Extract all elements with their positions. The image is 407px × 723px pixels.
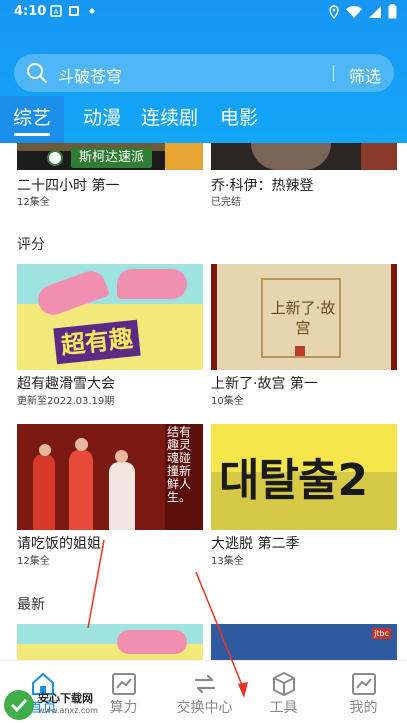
video-title: 上新了·故宫 第一 — [211, 376, 318, 392]
video-episodes: 13集全 — [211, 556, 244, 567]
section-title-latest: 最新 — [17, 597, 45, 613]
filter-button[interactable]: 筛选 — [349, 63, 381, 87]
video-update-status: 更新至2022.03.19期 — [17, 396, 115, 407]
video-card[interactable]: 斯柯达速派 二十四小时 第一 12集全 — [17, 143, 203, 208]
header: 4:10 A 斗破苍穹 筛选 综艺 动漫 连续剧 电影 — [0, 0, 407, 143]
signal-icon — [369, 5, 381, 18]
battery-icon — [388, 4, 397, 19]
skoda-logo-icon — [47, 150, 63, 166]
video-card[interactable]: jtbc — [211, 624, 397, 660]
tab-movie[interactable]: 电影 — [220, 96, 258, 143]
nav-mine[interactable]: 我的 — [323, 661, 404, 723]
video-card[interactable]: 乔·科伊：热辣登 已完结 — [211, 143, 397, 208]
video-thumbnail: 대탈출2 — [211, 424, 397, 530]
poster-text: 대탈출2 — [219, 455, 368, 506]
video-thumbnail: 上新了·故宫 — [211, 264, 397, 370]
nav-exchange[interactable]: 交换中心 — [164, 661, 245, 723]
channel-badge: jtbc — [372, 628, 391, 639]
section-title-rating: 评分 — [17, 237, 45, 253]
search-icon — [27, 63, 48, 84]
poster-text: 超有趣 — [53, 319, 141, 365]
watermark-logo: 安心下载网 www.anxz.com — [2, 688, 112, 722]
video-title: 超有趣滑雪大会 — [17, 376, 115, 392]
poster-text: 上新了·故宫 — [270, 299, 336, 337]
chart-icon — [112, 673, 136, 695]
status-time: 4:10 — [14, 4, 47, 19]
wifi-icon — [346, 5, 362, 18]
video-card[interactable]: 上新了·故宫 上新了·故宫 第一 10集全 — [211, 264, 397, 414]
watermark-text: 安心下载网 — [38, 692, 93, 705]
status-right — [328, 4, 397, 19]
status-bar: 4:10 A — [0, 0, 407, 24]
video-episodes: 10集全 — [211, 396, 244, 407]
notification-a-icon: A — [50, 5, 62, 17]
video-status: 已完结 — [211, 197, 241, 208]
search-input[interactable]: 斗破苍穹 — [58, 63, 122, 87]
video-title: 请吃饭的姐姐 — [17, 536, 101, 552]
video-episodes: 12集全 — [17, 197, 50, 208]
tab-series[interactable]: 连续剧 — [141, 96, 198, 143]
exchange-icon — [194, 674, 216, 694]
video-thumbnail: 超有趣 — [17, 264, 203, 370]
video-title: 乔·科伊：热辣登 — [211, 178, 314, 194]
video-title: 二十四小时 第一 — [17, 178, 120, 194]
nav-tools-label: 工具 — [269, 700, 298, 716]
notification-image-icon — [69, 6, 79, 16]
app-root: 4:10 A 斗破苍穹 筛选 综艺 动漫 连续剧 电影 斯柯达速派 二十四小时 … — [0, 0, 407, 723]
search-divider — [333, 65, 334, 81]
video-thumbnail: jtbc — [211, 624, 397, 660]
content-scroll[interactable]: 斯柯达速派 二十四小时 第一 12集全 乔·科伊：热辣登 已完结 评分 超有趣 … — [0, 143, 407, 660]
search-bar[interactable]: 斗破苍穹 筛选 — [14, 54, 394, 92]
watermark-url: www.anxz.com — [38, 706, 98, 715]
video-card[interactable]: 结有趣灵魂碰撞新鲜人生。 请吃饭的姐姐 12集全 — [17, 424, 203, 574]
video-card[interactable] — [17, 624, 203, 660]
video-card[interactable]: 대탈출2 大逃脱 第二季 13集全 — [211, 424, 397, 574]
video-card[interactable]: 超有趣 超有趣滑雪大会 更新至2022.03.19期 — [17, 264, 203, 414]
chart-icon — [352, 673, 376, 695]
video-thumbnail: 斯柯达速派 — [17, 143, 203, 170]
video-thumbnail — [211, 143, 397, 170]
video-title: 大逃脱 第二季 — [211, 536, 300, 552]
video-thumbnail — [17, 624, 203, 660]
category-tabs: 综艺 动漫 连续剧 电影 — [0, 96, 407, 143]
video-episodes: 12集全 — [17, 556, 50, 567]
poster-text: 结有趣灵魂碰撞新鲜人生。 — [167, 425, 192, 504]
banner-text: 斯柯达速派 — [71, 148, 153, 168]
nav-mine-label: 我的 — [349, 700, 378, 716]
watermark-shield-icon — [4, 690, 34, 720]
tab-anime[interactable]: 动漫 — [83, 96, 121, 143]
nav-tools[interactable]: 工具 — [243, 661, 324, 723]
svg-text:A: A — [54, 8, 59, 16]
video-thumbnail: 结有趣灵魂碰撞新鲜人生。 — [17, 424, 203, 530]
nav-exchange-label: 交换中心 — [176, 700, 233, 716]
notification-dot-icon — [89, 8, 95, 14]
tab-variety[interactable]: 综艺 — [0, 96, 65, 143]
cube-icon — [273, 672, 295, 696]
location-icon — [329, 4, 339, 19]
